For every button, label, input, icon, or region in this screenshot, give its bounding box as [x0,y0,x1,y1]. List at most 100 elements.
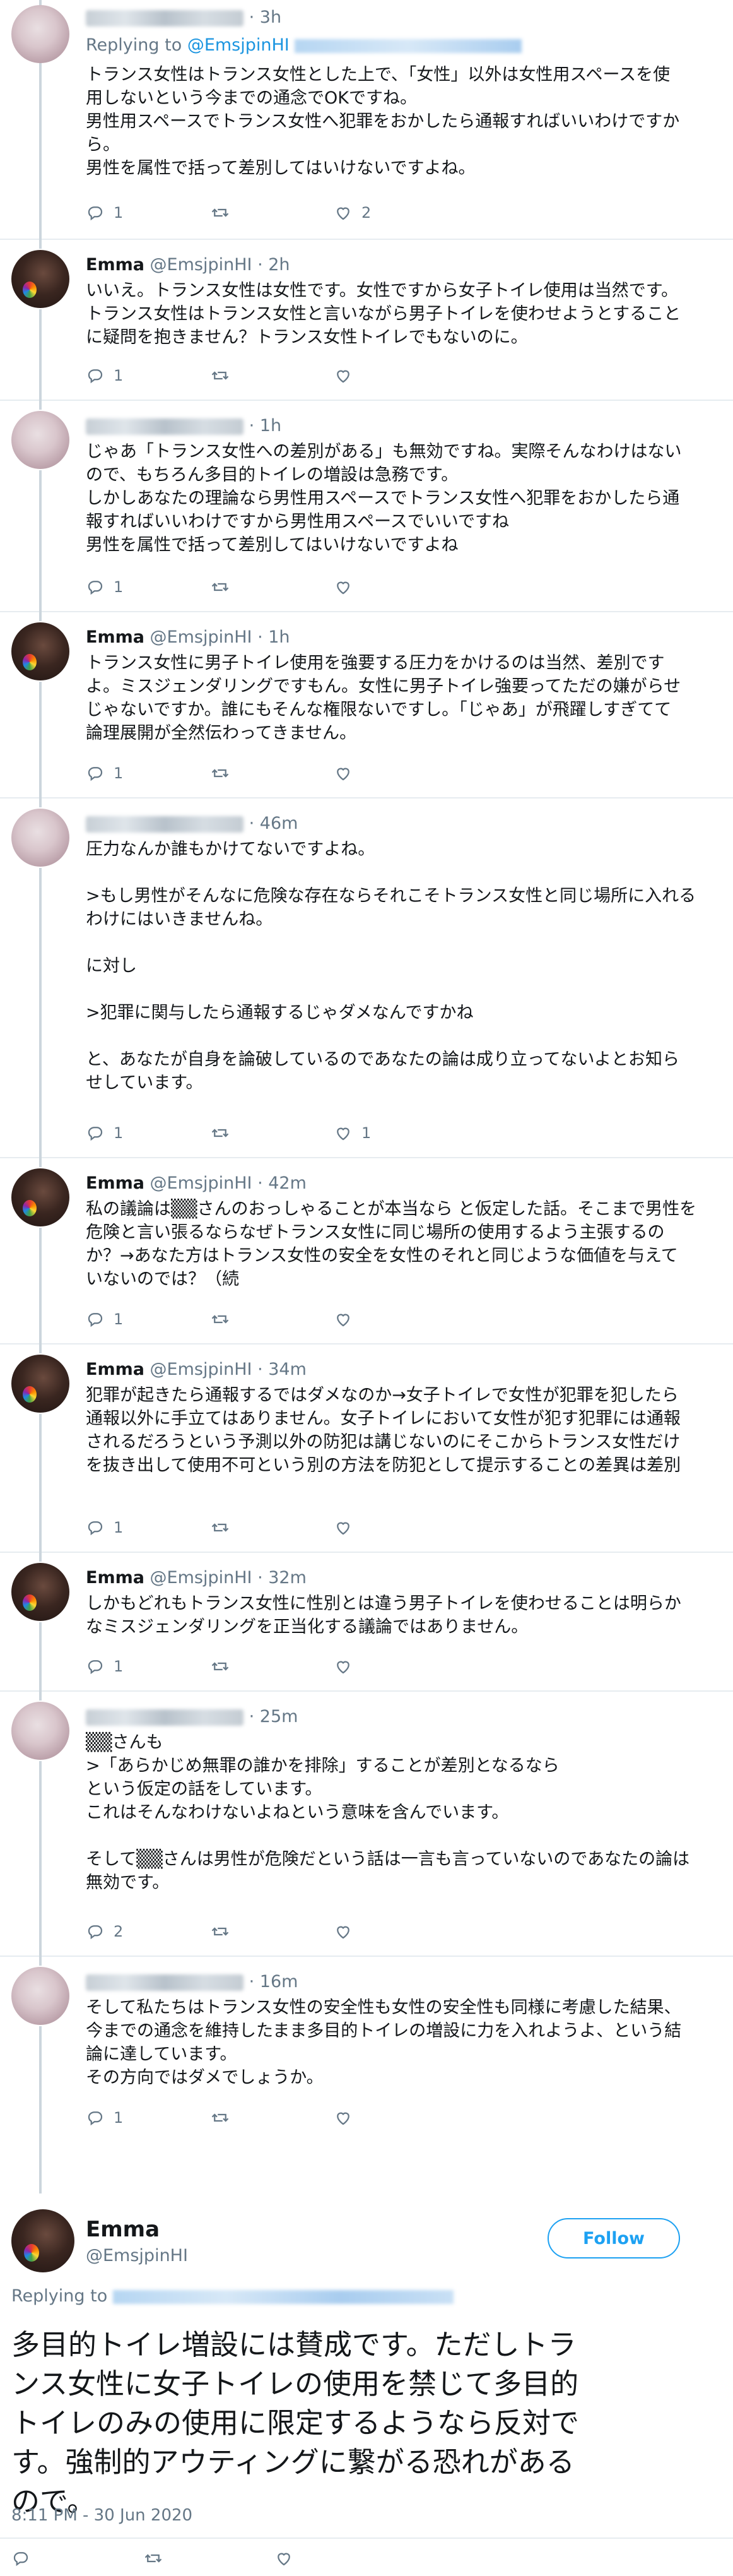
tweet[interactable]: Emma @EmsjpinHI · 32m しかもどれもトランス女性に性別とは違… [0,1553,733,1692]
reply-button[interactable]: 1 [86,1518,211,1537]
tweet-header: · 3h [86,8,281,27]
handle[interactable]: @EmsjpinHI [86,2246,188,2265]
retweet-button[interactable] [211,1124,336,1143]
tweet[interactable]: Emma @EmsjpinHI · 1h トランス女性に男子トイレ使用を強要する… [0,612,733,798]
like-button[interactable] [336,1310,460,1329]
tweet-time[interactable]: 2h [268,255,290,275]
display-name[interactable]: Emma [86,255,144,275]
like-button[interactable]: 1 [336,1124,460,1143]
tweet[interactable]: Emma @EmsjpinHI · 34m 犯罪が起きたら通報するではダメなのか… [0,1344,733,1553]
tweet-time[interactable]: 3h [260,8,281,27]
avatar[interactable] [11,1702,69,1760]
handle[interactable]: @EmsjpinHI [150,255,252,275]
timestamp[interactable]: 8:11 PM - 30 Jun 2020 [11,2506,192,2525]
like-button[interactable] [336,1518,460,1537]
display-name[interactable]: Emma [86,627,144,647]
reply-button[interactable]: 1 [86,2108,211,2127]
tweet-time[interactable]: 46m [260,814,298,833]
tweet-time[interactable]: 34m [268,1360,307,1379]
tweet[interactable]: · 3h Replying to @EmsjpinHI トランス女性はトランス女… [0,0,733,240]
display-name[interactable]: Emma [86,1360,144,1379]
thread-line [39,240,42,249]
replying-to: Replying to @EmsjpinHI [86,35,522,55]
reply-button[interactable]: 1 [86,1657,211,1676]
avatar[interactable] [11,250,69,308]
tweet-time[interactable]: 25m [260,1707,298,1726]
avatar[interactable] [11,411,69,469]
reply-to-redacted[interactable] [112,2289,454,2304]
reply-button[interactable]: 1 [86,764,211,783]
tweet-time[interactable]: 42m [268,1173,307,1193]
retweet-button[interactable] [211,764,336,783]
tweet-actions: 2 [86,1922,460,1941]
tweet-time[interactable]: 1h [268,627,290,647]
reply-to-link[interactable]: @EmsjpinHI [187,35,290,55]
tweet[interactable]: · 1h じゃあ「トランス女性への差別がある」も無効ですね。実際そんなわけはない… [0,401,733,612]
avatar[interactable] [11,1168,69,1226]
tweet-time[interactable]: 32m [268,1568,307,1588]
follow-button[interactable]: Follow [548,2218,680,2258]
handle[interactable]: @EmsjpinHI [150,627,252,647]
like-button[interactable] [336,366,460,385]
avatar[interactable] [11,2209,74,2272]
avatar[interactable] [11,809,69,867]
reply-icon [88,767,103,781]
retweet-button[interactable] [211,2108,336,2127]
display-name-redacted[interactable] [86,1709,243,1726]
tweet-text: いいえ。トランス女性は女性です。女性ですから女子トイレ使用は当然です。 トランス… [86,281,681,347]
retweet-button[interactable] [211,203,336,222]
reply-button[interactable]: 1 [86,366,211,385]
avatar[interactable] [11,1967,69,2025]
handle[interactable]: @EmsjpinHI [150,1360,252,1379]
reply-icon [88,1660,103,1675]
tweet-time[interactable]: 16m [260,1972,298,1991]
like-button[interactable]: 2 [336,203,460,222]
display-name-redacted[interactable] [86,816,243,833]
tweet[interactable]: Emma @EmsjpinHI · 2h いいえ。トランス女性は女性です。女性で… [0,240,733,401]
display-name[interactable]: Emma [86,2217,160,2242]
tweet-header: Emma @EmsjpinHI · 32m [86,1568,307,1588]
retweet-button[interactable] [144,2549,276,2568]
like-button[interactable] [336,1657,460,1676]
reply-button[interactable]: 1 [86,578,211,597]
like-button[interactable] [336,764,460,783]
retweet-button[interactable] [211,1657,336,1676]
retweet-button[interactable] [211,578,336,597]
like-button[interactable] [336,1922,460,1941]
handle[interactable]: @EmsjpinHI [150,1568,252,1588]
tweet-header: Emma @EmsjpinHI · 2h [86,255,290,275]
avatar[interactable] [11,1355,69,1413]
display-name-redacted[interactable] [86,418,243,435]
reply-button[interactable] [11,2549,144,2568]
reply-button[interactable]: 1 [86,1310,211,1329]
retweet-button[interactable] [211,1310,336,1329]
avatar[interactable] [11,1563,69,1621]
tweet[interactable]: · 16m そして私たちはトランス女性の安全性も女性の安全性も同様に考慮した結果… [0,1957,733,2193]
tweet[interactable]: Emma @EmsjpinHI · 42m 私の議論は▒▒さんのおっしゃることが… [0,1158,733,1344]
tweet[interactable]: · 25m ▒▒さんも >「あらかじめ無罪の誰かを排除」することが差別となるなら… [0,1692,733,1957]
display-name-redacted[interactable] [86,1974,243,1991]
display-name[interactable]: Emma [86,1568,144,1588]
handle[interactable]: @EmsjpinHI [150,1173,252,1193]
like-button[interactable] [336,2108,460,2127]
tweet[interactable]: · 46m 圧力なんか誰もかけてないですよね。 >もし男性がそんなに危険な存在な… [0,798,733,1158]
reply-button[interactable]: 1 [86,203,211,222]
tweet-text: 私の議論は▒▒さんのおっしゃることが本当なら と仮定した話。そこまで男性を 危険… [86,1199,697,1289]
reply-button[interactable]: 2 [86,1922,211,1941]
heart-icon [337,1314,349,1327]
heart-icon [337,1926,349,1939]
reply-button[interactable]: 1 [86,1124,211,1143]
retweet-button[interactable] [211,366,336,385]
like-button[interactable] [336,578,460,597]
avatar[interactable] [11,622,69,680]
retweet-button[interactable] [211,1518,336,1537]
display-name-redacted[interactable] [86,9,243,27]
display-name[interactable]: Emma [86,1173,144,1193]
retweet-icon [211,208,229,217]
like-button[interactable] [276,2549,409,2568]
reply-icon [13,2552,28,2567]
reply-to-redacted[interactable] [295,39,522,53]
tweet-time[interactable]: 1h [260,416,281,436]
retweet-button[interactable] [211,1922,336,1941]
avatar[interactable] [11,5,69,63]
